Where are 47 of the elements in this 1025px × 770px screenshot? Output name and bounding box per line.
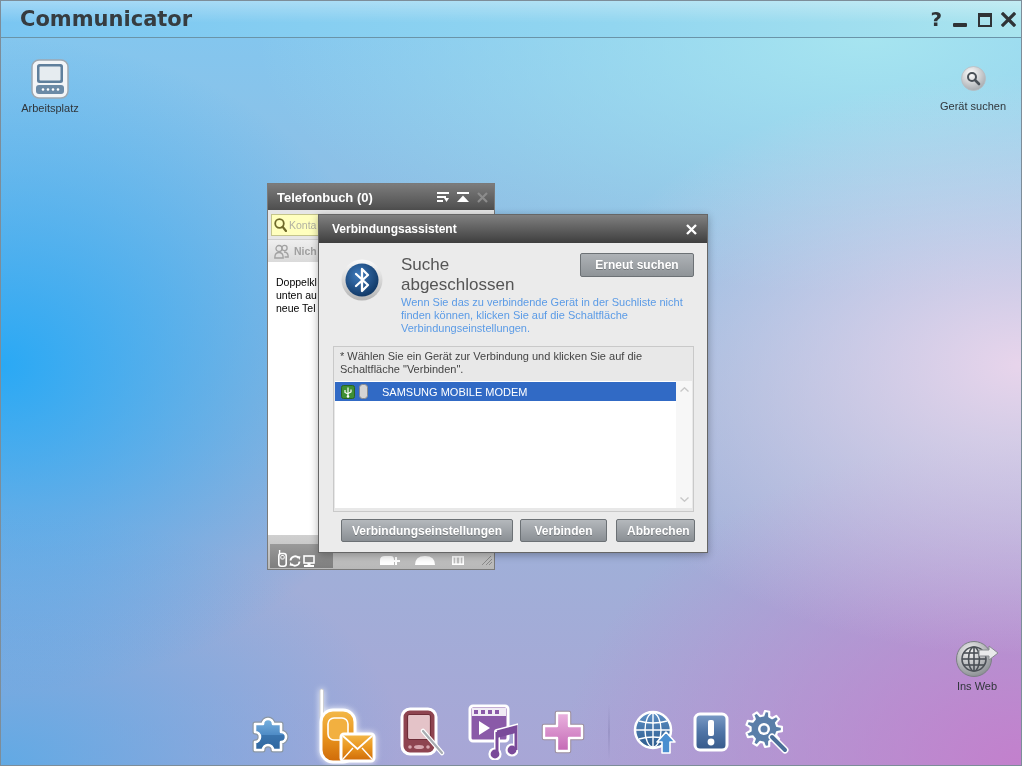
sort-icon[interactable] <box>437 192 449 202</box>
gear-icon[interactable] <box>745 710 789 754</box>
search-field[interactable]: Konta <box>271 214 318 236</box>
desktop-shortcut[interactable]: Ins Web <box>947 640 1007 692</box>
group-label: Nich <box>294 245 317 257</box>
globe-icon <box>955 640 999 678</box>
window-title: Communicator <box>20 7 194 31</box>
connection-settings-button[interactable]: Verbindungseinstellungen <box>340 519 513 542</box>
device-row[interactable]: SAMSUNG MOBILE MODEM <box>335 382 676 401</box>
computer-icon <box>31 59 69 99</box>
instruction-text: * Wählen Sie ein Gerät zur Verbindung und klicken Sie auf die Schaltfläche "Verbinden". <box>339 349 644 376</box>
people-icon <box>274 243 289 259</box>
help-button[interactable]: ? <box>930 8 942 30</box>
dialog-title: Verbindungsassistent <box>332 222 458 236</box>
search-again-button[interactable]: Erneut suchen <box>580 253 694 277</box>
add-contact-icon[interactable] <box>380 556 400 565</box>
hint-text: neue Tel <box>276 302 316 315</box>
globe-upload-icon[interactable] <box>633 710 677 754</box>
connect-button[interactable]: Verbinden <box>520 519 607 542</box>
close-icon[interactable] <box>1001 12 1016 27</box>
trash-icon[interactable] <box>452 556 464 565</box>
desktop-shortcut[interactable]: Arbeitsplatz <box>15 59 85 114</box>
hint-text: Doppelkl <box>276 276 317 289</box>
pda-icon[interactable] <box>399 707 445 757</box>
phone-mail-icon[interactable] <box>316 688 376 764</box>
search-icon <box>274 218 287 232</box>
computer-icon[interactable] <box>303 555 315 567</box>
collapse-icon[interactable] <box>457 192 469 202</box>
status-heading: Suche abgeschlossen <box>401 255 516 295</box>
minimize-icon[interactable] <box>953 23 967 27</box>
bluetooth-icon <box>341 259 383 301</box>
media-icon[interactable] <box>468 704 518 760</box>
resize-grip-icon[interactable] <box>482 556 492 565</box>
search-icon <box>960 66 986 91</box>
hint-text: unten au <box>276 289 317 302</box>
phone-icon <box>359 384 368 399</box>
sync-icon[interactable] <box>289 555 301 567</box>
maximize-icon[interactable] <box>978 12 992 27</box>
plus-icon[interactable] <box>541 710 585 754</box>
alert-icon[interactable] <box>693 712 729 752</box>
panel-title: Telefonbuch (0) <box>277 189 374 205</box>
desktop-shortcut[interactable]: Gerät suchen <box>933 66 1013 112</box>
phone-icon[interactable] <box>278 550 287 567</box>
info-text: Wenn Sie das zu verbindende Gerät in der Suchliste nicht finden können, klicken Sie auf die Schaltfläche Verbindungseinstellungen. <box>401 296 684 335</box>
cancel-button[interactable]: Abbrechen <box>616 519 695 542</box>
group-icon[interactable] <box>415 556 435 565</box>
usb-icon <box>341 384 355 399</box>
